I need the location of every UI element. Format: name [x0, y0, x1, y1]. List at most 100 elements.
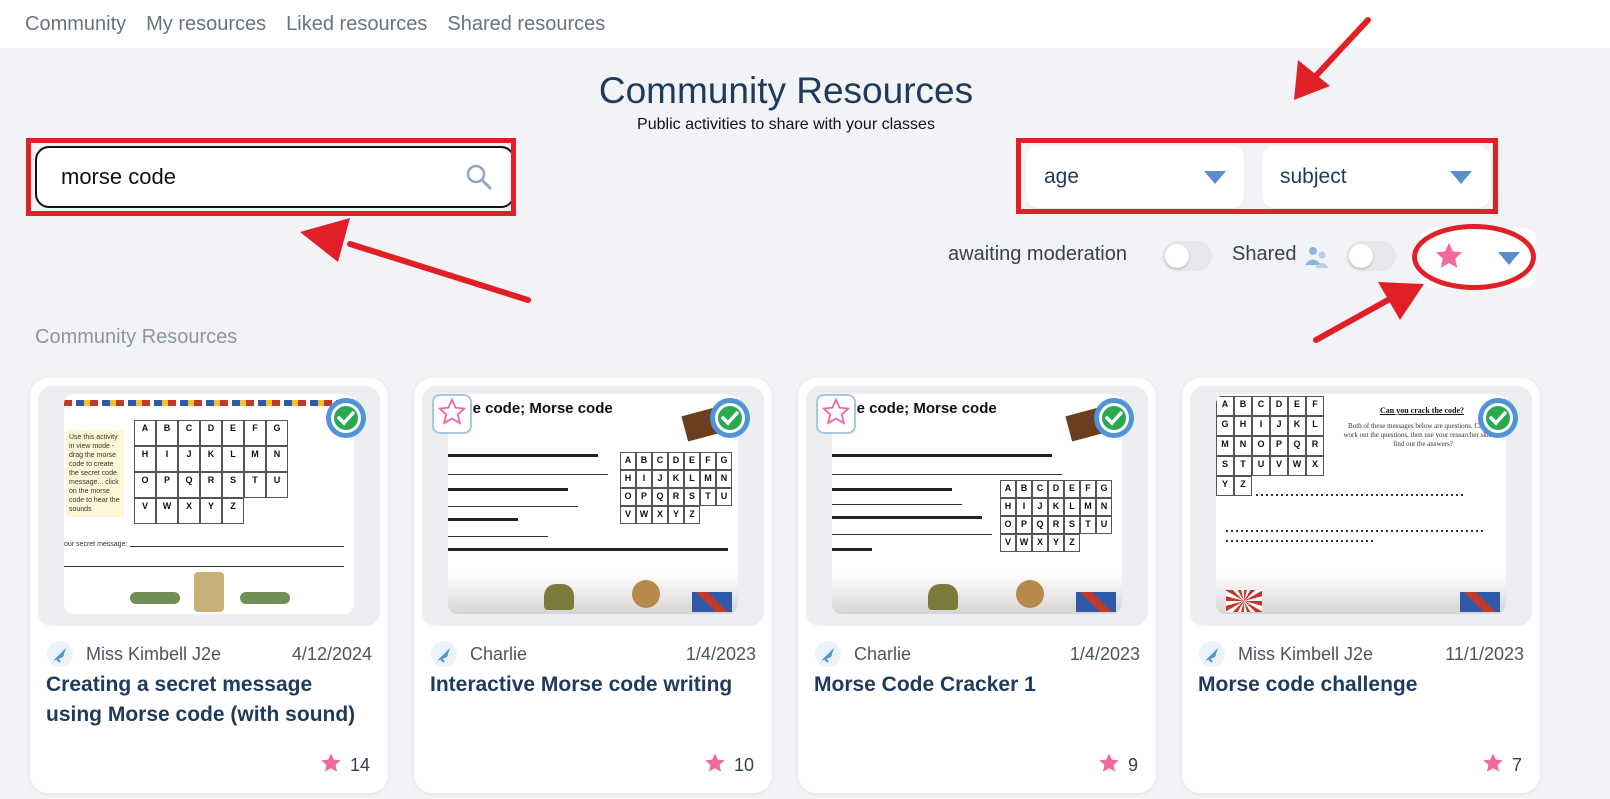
morse-letter-cell: L — [1306, 416, 1324, 436]
morse-letter-cell: P — [636, 488, 652, 506]
age-dropdown[interactable]: age — [1026, 146, 1244, 208]
morse-letter-cell: B — [1234, 396, 1252, 416]
morse-letter-cell: D — [200, 420, 222, 446]
like-count: 14 — [349, 755, 370, 775]
morse-letter-cell: T — [244, 472, 266, 498]
card-author-row: Charlie 1/4/2023 — [430, 640, 756, 668]
card-likes: 9 — [1098, 752, 1138, 779]
resource-card[interactable]: k the code; Morse code ABCDEFG HIJKLMN OPQ… — [798, 378, 1156, 793]
morse-letter-cell: F — [1080, 480, 1096, 498]
morse-letter-cell: N — [1234, 436, 1252, 456]
thumbnail-image: ABCDEF GHIJKL MNOPQR STUVWX YZ Can you crack… — [1216, 394, 1506, 614]
morse-letter-cell: C — [652, 452, 668, 470]
star-filter-dropdown[interactable] — [1420, 228, 1536, 288]
flag-graphic — [1460, 592, 1500, 612]
morse-letter-cell: L — [1064, 498, 1080, 516]
morse-letter-cell: X — [178, 498, 200, 524]
plane-graphic — [240, 592, 290, 604]
thumbnail-image: Use this activity in view mode - drag th… — [64, 394, 354, 614]
awaiting-moderation-toggle[interactable] — [1162, 241, 1212, 271]
star-icon — [704, 752, 726, 779]
writing-line — [832, 534, 992, 535]
morse-letter-cell: D — [1048, 480, 1064, 498]
morse-letter-cell: E — [1288, 396, 1306, 416]
morse-letter-cell: H — [1000, 498, 1016, 516]
like-button[interactable] — [816, 394, 856, 434]
morse-letter-cell: L — [684, 470, 700, 488]
resource-card[interactable]: Use this activity in view mode - drag th… — [30, 378, 388, 793]
star-outline-icon — [821, 396, 851, 431]
morse-letter-cell: I — [1016, 498, 1032, 516]
like-count: 10 — [733, 755, 754, 775]
nav-liked-resources[interactable]: Liked resources — [286, 13, 427, 36]
card-thumbnail: Use this activity in view mode - drag th… — [38, 386, 380, 626]
thumbnail-image: k the code; Morse code ABCDEFG HIJKLMN OPQ… — [832, 394, 1122, 614]
morse-letter-cell: I — [156, 446, 178, 472]
flag-bunting — [64, 400, 354, 406]
pilot-graphic — [632, 580, 660, 608]
morse-letter-cell: F — [700, 452, 716, 470]
nav-my-resources[interactable]: My resources — [146, 13, 266, 36]
card-author-row: Miss Kimbell J2e 4/12/2024 — [46, 640, 372, 668]
morse-letter-cell: C — [1252, 396, 1270, 416]
morse-letter-cell: Z — [684, 506, 700, 524]
card-author: Charlie — [854, 643, 912, 664]
morse-letter-cell: Z — [222, 498, 244, 524]
morse-letter-cell: K — [200, 446, 222, 472]
medal-graphic — [194, 572, 224, 612]
shared-toggle[interactable] — [1346, 241, 1396, 271]
morse-letter-cell: I — [636, 470, 652, 488]
page-subtitle: Public activities to share with your cla… — [637, 116, 935, 133]
morse-letter-cell: K — [1048, 498, 1064, 516]
morse-dashes — [448, 454, 598, 457]
morse-letter-cell: P — [1016, 516, 1032, 534]
star-icon — [1434, 241, 1464, 276]
like-button[interactable] — [432, 394, 472, 434]
nav-shared-resources[interactable]: Shared resources — [447, 13, 605, 36]
subject-dropdown[interactable]: subject — [1262, 146, 1490, 208]
age-dropdown-label: age — [1044, 165, 1080, 188]
verified-badge-icon — [1092, 396, 1136, 440]
morse-letter-cell: R — [1306, 436, 1324, 456]
morse-letter-cell: O — [134, 472, 156, 498]
nav-community[interactable]: Community — [25, 13, 126, 36]
card-title[interactable]: Morse Code Cracker 1 — [814, 670, 1140, 700]
morse-letter-cell: V — [1270, 456, 1288, 476]
card-title[interactable]: Creating a secret message using Morse co… — [46, 670, 372, 730]
card-likes: 14 — [320, 752, 370, 779]
morse-letter-cell: B — [156, 420, 178, 446]
resource-card[interactable]: k the code; Morse code ABCDEFG HIJKLMN OPQ… — [414, 378, 772, 793]
morse-letter-cell: H — [1234, 416, 1252, 436]
resource-card[interactable]: ABCDEF GHIJKL MNOPQR STUVWX YZ Can you crack… — [1182, 378, 1540, 793]
thumbnail-heading: k the code; Morse code — [832, 400, 997, 417]
thumbnail-image: k the code; Morse code ABCDEFG HIJKLMN OPQ… — [448, 394, 738, 614]
chevron-down-icon — [1498, 251, 1520, 265]
search-icon[interactable] — [465, 163, 493, 191]
writing-line — [448, 474, 608, 475]
morse-letter-cell: A — [134, 420, 156, 446]
morse-message — [1256, 494, 1466, 496]
morse-letter-cell: K — [1288, 416, 1306, 436]
card-thumbnail: k the code; Morse code ABCDEFG HIJKLMN OPQ… — [806, 386, 1148, 626]
morse-letter-cell: Y — [200, 498, 222, 524]
morse-letter-cell: W — [1016, 534, 1032, 552]
morse-letter-cell: T — [700, 488, 716, 506]
morse-alphabet-grid: ABCDEF GHIJKL MNOPQR STUVWX YZ — [1216, 396, 1324, 496]
card-title[interactable]: Morse code challenge — [1198, 670, 1524, 700]
morse-letter-cell: R — [668, 488, 684, 506]
morse-letter-cell: K — [668, 470, 684, 488]
chevron-down-icon — [1204, 170, 1226, 184]
toggle-knob — [1165, 244, 1189, 268]
card-date: 1/4/2023 — [1069, 643, 1140, 664]
morse-letter-cell: M — [244, 446, 266, 472]
search-input[interactable] — [61, 164, 465, 190]
morse-dashes — [448, 518, 518, 521]
morse-letter-cell: L — [222, 446, 244, 472]
card-title[interactable]: Interactive Morse code writing — [430, 670, 756, 700]
star-icon — [1098, 752, 1120, 779]
morse-letter-cell: S — [1064, 516, 1080, 534]
card-likes: 7 — [1482, 752, 1522, 779]
morse-letter-cell: Z — [1234, 476, 1252, 496]
morse-letter-cell: Q — [1288, 436, 1306, 456]
morse-dashes — [448, 488, 568, 491]
